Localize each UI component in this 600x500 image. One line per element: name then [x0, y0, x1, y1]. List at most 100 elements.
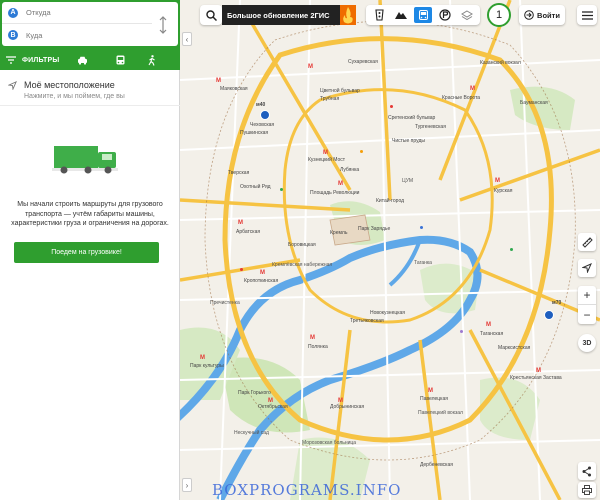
map-label-tsvetnoy: Цветной бульвар [320, 88, 360, 94]
poi-dot-icon [420, 226, 423, 229]
filters-button[interactable]: ФИЛЬТРЫ [6, 56, 59, 64]
map-label-tretyakovskaya: Третьяковская [350, 318, 384, 324]
route-from-row[interactable]: A [2, 2, 152, 24]
metro-marker-icon: M [428, 388, 433, 394]
route-panel: A B ФИЛЬТРЫ [0, 0, 180, 500]
map-label-baumanskaya: Бауманская [520, 100, 548, 106]
map-label-kreml: Кремль [330, 230, 348, 236]
map-label-kropotkinskaya: Кропоткинская [244, 278, 279, 284]
map-label-park-kultury: Парк культуры [190, 363, 224, 369]
map-label-tverskaya: Тверская [228, 170, 250, 176]
collapse-panel-button[interactable]: ‹ [182, 32, 192, 46]
map-label-novokuznetskaya: Новокузнецкая [370, 310, 405, 316]
my-location-subtitle: Нажмите, и мы поймем, где вы [24, 93, 125, 100]
print-icon [582, 485, 592, 495]
to-input[interactable] [26, 30, 146, 40]
metro-marker-icon: M [486, 322, 491, 328]
update-promo-banner[interactable]: Большое обновление 2ГИС [222, 5, 356, 25]
bus-icon[interactable] [114, 54, 126, 66]
from-input[interactable] [26, 8, 146, 17]
my-location-item[interactable]: Моё местоположение Нажмите, и мы поймем,… [0, 74, 180, 106]
login-label: Войти [537, 10, 560, 20]
map-canvas[interactable]: M Сухаревская Цветной бульвар Трубная M … [180, 0, 600, 500]
map-label-polyanka: Полянка [308, 344, 328, 350]
metro-marker-icon: M [323, 150, 328, 156]
menu-button[interactable] [577, 5, 597, 25]
ruler-icon [581, 236, 593, 248]
from-marker: A [8, 7, 18, 18]
filter-icon [6, 56, 16, 64]
metro-marker-icon: M [310, 335, 315, 341]
map-base [180, 0, 600, 500]
transport-mode-bar: ФИЛЬТРЫ [0, 50, 180, 70]
map-label-turgenevskaya: Тургеневская [415, 124, 446, 130]
print-button[interactable] [578, 482, 596, 498]
pedestrian-icon[interactable] [146, 54, 158, 66]
share-button[interactable] [578, 462, 596, 480]
truck-promo-text: Мы начали строить маршруты для грузового… [11, 201, 169, 227]
locate-me-button[interactable] [578, 259, 596, 277]
layers-icon[interactable] [458, 7, 476, 23]
transport-icon[interactable] [414, 7, 432, 23]
my-location-title: Моё местоположение [24, 80, 115, 90]
map-label-tsum: ЦУМ [402, 178, 414, 184]
ruler-button[interactable] [578, 233, 596, 251]
map-label-lubyanka: Лубянка [340, 167, 360, 173]
zoom-out-button[interactable]: − [578, 305, 596, 324]
metro-marker-icon: M [200, 355, 205, 361]
parking-icon[interactable] [436, 7, 454, 23]
watermark-text: BOXPROGRAMS.INFO [212, 481, 402, 499]
map-label-mayakovskaya: Маяковская [220, 86, 248, 92]
poi-dot-icon [390, 105, 393, 108]
map-label-morozovskaya: Морозовская больница [302, 440, 357, 446]
hamburger-icon [581, 10, 593, 20]
search-icon [205, 9, 217, 21]
metro-marker-icon: M [338, 181, 343, 187]
swap-icon[interactable] [158, 16, 168, 34]
map-label-okhotny: Охотный Ряд [240, 184, 271, 190]
route-to-row[interactable]: B [2, 24, 152, 46]
3d-toggle-button[interactable]: 3D [578, 334, 596, 352]
poi-dot-icon [240, 268, 243, 271]
metro-marker-icon: M [308, 64, 313, 70]
map-label-neskuchny: Нескучный сад [234, 430, 269, 436]
metro-marker-icon: M [495, 178, 500, 184]
map-label-ploshchad-revolyutsii: Площадь Революции [310, 190, 360, 196]
notification-badge[interactable]: 1 [487, 3, 511, 27]
map-label-prechistenka: Пречистенка [210, 300, 240, 306]
expand-panel-button[interactable]: › [182, 478, 192, 492]
map-label-taganka: Таганка [414, 260, 432, 266]
metro-marker-icon: M [216, 78, 221, 84]
route-number-m70: м70 [552, 300, 562, 306]
map-label-oktyabrskaya: Октябрьская [258, 404, 288, 410]
app-root: A B ФИЛЬТРЫ [0, 0, 600, 500]
map-label-chistye-prudy: Чистые пруды [392, 138, 425, 144]
map-label-paveletsky-vokzal: Павелецкий вокзал [418, 410, 463, 416]
bus-stop-icon[interactable] [544, 310, 554, 320]
route-inputs-box: A B [0, 0, 180, 50]
map-label-kremlin-embankment: Кремлёвская набережная [272, 262, 333, 268]
zoom-control: + − [578, 286, 596, 324]
traffic-icon[interactable] [370, 7, 388, 23]
map-search-button[interactable] [200, 5, 222, 25]
truck-route-button[interactable]: Поедем на грузовике! [14, 242, 159, 263]
zoom-in-button[interactable]: + [578, 286, 596, 305]
truck-illustration-icon [52, 146, 118, 174]
login-button[interactable]: Войти [519, 5, 565, 25]
map-label-pushkinskaya: Пушкинская [240, 130, 269, 136]
map-label-taganskaya: Таганская [480, 331, 504, 337]
poi-dot-icon [460, 330, 463, 333]
map-label-borovitskaya: Боровицкая [288, 242, 316, 248]
map-label-dobryninskaya: Добрынинская [330, 404, 365, 410]
car-icon[interactable] [76, 54, 88, 66]
map-label-chekhovskaya: Чеховская [250, 122, 275, 128]
navigation-arrow-icon [582, 263, 592, 273]
flame-icon [340, 5, 356, 25]
metro-marker-icon: M [260, 270, 265, 276]
terrain-icon[interactable] [392, 7, 410, 23]
promo-text: Большое обновление 2ГИС [227, 10, 330, 20]
bus-stop-icon[interactable] [260, 110, 270, 120]
metro-marker-icon: M [238, 220, 243, 226]
map-label-kitay-gorod: Китай-город [376, 198, 405, 204]
share-icon [582, 466, 591, 476]
